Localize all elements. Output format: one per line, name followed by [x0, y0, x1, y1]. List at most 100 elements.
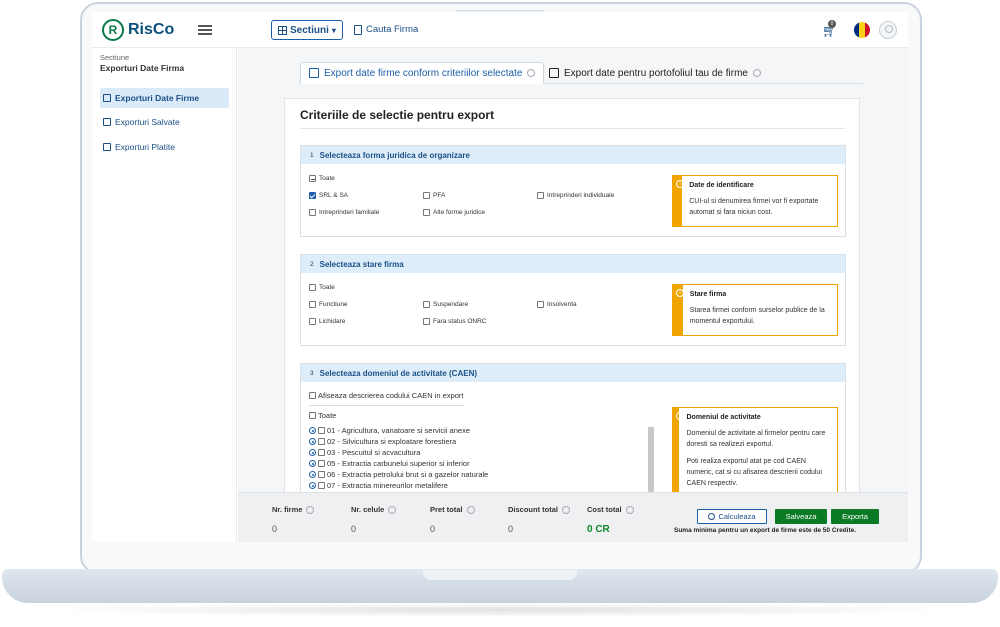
section-number: 1: [310, 151, 314, 159]
stat-label: Cost total: [587, 505, 622, 514]
caen-item[interactable]: 03 - Pescuitul si acvacultura: [309, 448, 420, 457]
stat-label: Nr. firme: [272, 505, 303, 514]
panel-title: Criteriile de selectie pentru export: [300, 108, 495, 122]
stat-value: 0: [351, 524, 357, 534]
info-icon[interactable]: [466, 505, 475, 514]
sections-dropdown-button[interactable]: Sectiuni ▾: [271, 20, 343, 40]
checkbox[interactable]: [537, 192, 544, 199]
checkbox[interactable]: [318, 460, 325, 467]
caen-item[interactable]: 05 - Extractia carbunelui superior si in…: [309, 459, 470, 468]
info-icon[interactable]: [388, 505, 397, 514]
checkbox[interactable]: [537, 301, 544, 308]
checkbox[interactable]: [309, 175, 316, 182]
stat-value: 0: [430, 524, 436, 534]
option-label: Insolventa: [547, 301, 577, 308]
export-button[interactable]: Exporta: [831, 509, 879, 524]
checkbox-fara-status[interactable]: Fara status ONRC: [423, 318, 486, 325]
expand-icon[interactable]: [309, 460, 316, 467]
checkbox[interactable]: [318, 427, 325, 434]
tab-export-criteria[interactable]: Export date firme conform criteriilor se…: [300, 62, 545, 84]
cart-badge: 0: [828, 20, 836, 28]
option-label: Toate: [318, 411, 337, 420]
expand-icon[interactable]: [309, 471, 316, 478]
checkbox-functiune[interactable]: Functiune: [309, 301, 348, 308]
checkbox-insolventa[interactable]: Insolventa: [537, 301, 577, 308]
section-caen: 3 Selecteaza domeniul de activitate (CAE…: [300, 363, 846, 492]
checkbox[interactable]: [309, 318, 316, 325]
section-title: Selecteaza domeniul de activitate (CAEN): [319, 368, 478, 378]
checkbox-show-caen-desc[interactable]: Afiseaza descrierea codului CAEN in expo…: [309, 391, 464, 400]
checkbox[interactable]: [309, 284, 316, 291]
checkbox[interactable]: [309, 209, 316, 216]
caen-item[interactable]: 02 - Silvicultura si exploatare forestie…: [309, 437, 456, 446]
checkbox[interactable]: [309, 192, 316, 199]
option-label: Functiune: [319, 301, 348, 308]
menu-icon[interactable]: [198, 25, 212, 35]
info-icon[interactable]: [625, 505, 634, 514]
calculate-button[interactable]: Calculeaza: [697, 509, 767, 524]
caen-item[interactable]: 01 - Agricultura, vanatoare si servicii …: [309, 426, 470, 435]
checkbox-ii[interactable]: Intreprinderi individuale: [537, 192, 614, 199]
info-title: Domeniul de activitate: [686, 414, 761, 421]
search-company-link[interactable]: Cauta Firma: [354, 24, 418, 35]
sidebar-item-paid-exports[interactable]: Exporturi Platite: [100, 137, 229, 157]
section-title: Selecteaza forma juridica de organizare: [319, 150, 470, 160]
checkbox[interactable]: [318, 449, 325, 456]
stat-discount-total: Discount total 0: [508, 505, 570, 534]
info-icon: [673, 408, 685, 492]
sidebar-item-label: Exporturi Date Firme: [115, 93, 200, 103]
checkbox-all[interactable]: Toate: [309, 411, 336, 420]
checkbox-pfa[interactable]: PFA: [423, 192, 445, 199]
tab-export-portfolio[interactable]: Export date pentru portofoliul tau de fi…: [541, 62, 769, 84]
romania-flag-icon[interactable]: [854, 22, 870, 38]
laptop-shadow: [40, 603, 960, 617]
stat-label: Pret total: [430, 505, 463, 514]
checkbox-lichidare[interactable]: Lichidare: [309, 318, 345, 325]
checkbox[interactable]: [318, 471, 325, 478]
info-icon[interactable]: [306, 505, 315, 514]
checkbox[interactable]: [318, 482, 325, 489]
brand-name[interactable]: RisCo: [128, 21, 174, 39]
info-icon[interactable]: [753, 69, 761, 77]
expand-icon[interactable]: [309, 427, 316, 434]
save-button[interactable]: Salveaza: [775, 509, 827, 524]
checkbox[interactable]: [318, 438, 325, 445]
refresh-icon: [708, 513, 716, 520]
checkbox-all[interactable]: Toate: [309, 284, 335, 291]
option-label: Toate: [319, 175, 335, 182]
section-header: 2 Selecteaza stare firma: [301, 255, 845, 273]
checkbox-suspendare[interactable]: Suspendare: [423, 301, 468, 308]
sidebar-item-saved-exports[interactable]: Exporturi Salvate: [100, 112, 229, 132]
search-company-label: Cauta Firma: [366, 24, 419, 35]
stat-pret-total: Pret total 0: [430, 505, 475, 534]
checkbox[interactable]: [309, 392, 316, 399]
caen-item[interactable]: 06 - Extractia petrolului brut si a gaze…: [309, 470, 488, 479]
checkbox[interactable]: [309, 412, 316, 419]
grid-icon: [278, 25, 287, 35]
option-label: Suspendare: [433, 301, 469, 308]
checkbox[interactable]: [309, 301, 316, 308]
option-label: Toate: [319, 284, 335, 291]
checkbox[interactable]: [423, 192, 430, 199]
logo-icon[interactable]: R: [102, 19, 124, 41]
checkbox-other[interactable]: Alte forme juridice: [423, 209, 485, 216]
option-label: Lichidare: [319, 318, 346, 325]
expand-icon[interactable]: [309, 449, 316, 456]
checkbox[interactable]: [423, 318, 430, 325]
expand-icon[interactable]: [309, 482, 316, 489]
checkbox-all[interactable]: Toate: [309, 175, 335, 182]
caen-scrollbar[interactable]: [648, 427, 654, 492]
user-avatar-icon[interactable]: [879, 21, 897, 39]
sidebar-item-export-data[interactable]: Exporturi Date Firme: [100, 88, 229, 108]
expand-icon[interactable]: [309, 438, 316, 445]
info-text: Poti realiza exportul atat pe cod CAEN n…: [686, 458, 822, 487]
info-icon[interactable]: [562, 505, 570, 514]
caen-item[interactable]: 07 - Extractia minereurilor metalifere: [309, 481, 448, 490]
caen-label: 03 - Pescuitul si acvacultura: [327, 448, 421, 457]
checkbox-if[interactable]: Intreprinderi familiale: [309, 209, 379, 216]
checkbox[interactable]: [423, 209, 430, 216]
info-icon[interactable]: [527, 69, 536, 77]
checkbox[interactable]: [423, 301, 430, 308]
option-label: Fara status ONRC: [433, 318, 487, 325]
checkbox-srl-sa[interactable]: SRL & SA: [309, 192, 348, 199]
